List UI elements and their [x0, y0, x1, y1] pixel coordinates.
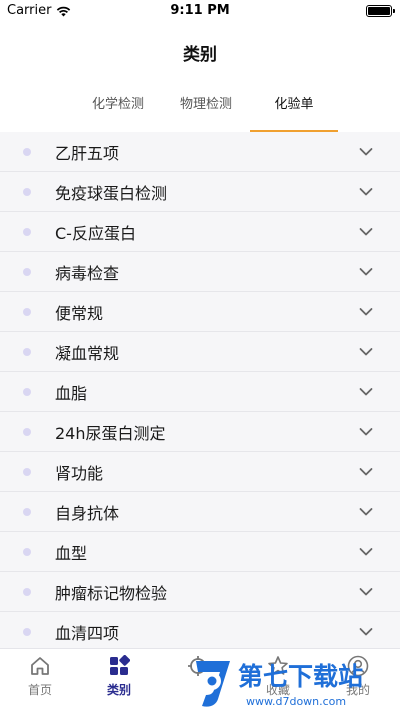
- list-item-label: 24h尿蛋白测定: [55, 423, 166, 443]
- list-item[interactable]: 乙肝五项: [0, 132, 400, 172]
- bullet-dot: [23, 187, 31, 196]
- list-item-label: 自身抗体: [55, 503, 120, 523]
- chevron-down-icon: [359, 587, 373, 595]
- bullet-dot: [23, 427, 31, 436]
- list-item[interactable]: 肾功能: [0, 452, 400, 492]
- bullet-dot: [23, 467, 31, 476]
- chevron-down-icon: [359, 187, 373, 195]
- list-item[interactable]: 凝血常规: [0, 332, 400, 372]
- list-item-label: C-反应蛋白: [55, 223, 136, 243]
- tabbar-home-label: 首页: [27, 683, 52, 697]
- chevron-down-icon: [359, 347, 373, 355]
- list-item[interactable]: 24h尿蛋白测定: [0, 412, 400, 452]
- page-title: 类别: [183, 45, 217, 65]
- tab-bar: 化学检测 物理检测 化验单: [74, 90, 338, 132]
- chevron-down-icon: [359, 267, 373, 275]
- bullet-dot: [23, 227, 31, 236]
- category-icon: [110, 655, 130, 675]
- list-item[interactable]: 病毒检查: [0, 252, 400, 292]
- list-item-label: 肾功能: [55, 463, 104, 483]
- bullet-dot: [23, 387, 31, 396]
- list-item[interactable]: 肿瘤标记物检验: [0, 572, 400, 612]
- list-item[interactable]: 血型: [0, 532, 400, 572]
- list-item[interactable]: 自身抗体: [0, 492, 400, 532]
- watermark-brand: 第七下载站: [238, 662, 363, 691]
- list-item-label: 血脂: [55, 383, 88, 403]
- tab-lab-report[interactable]: 化验单: [250, 90, 338, 132]
- list-item-label: 便常规: [55, 303, 104, 323]
- battery-icon: [366, 5, 395, 17]
- chevron-down-icon: [359, 547, 373, 555]
- chevron-down-icon: [359, 507, 373, 515]
- chevron-down-icon: [359, 627, 373, 635]
- tabbar-category[interactable]: 类别: [91, 655, 147, 698]
- category-list: 乙肝五项免疫球蛋白检测 C-反应蛋白 病毒检查便常规凝血常规血脂 24h尿蛋白测定 肾功…: [0, 132, 400, 652]
- list-item-label: 血清四项: [55, 623, 120, 643]
- chevron-down-icon: [359, 227, 373, 235]
- list-item[interactable]: 免疫球蛋白检测: [0, 172, 400, 212]
- status-bar: Carrier 9:11 PM: [0, 0, 400, 24]
- chevron-down-icon: [359, 147, 373, 155]
- bullet-dot: [23, 507, 31, 516]
- list-item-label: 肿瘤标记物检验: [55, 583, 168, 603]
- chevron-down-icon: [359, 467, 373, 475]
- bullet-dot: [23, 587, 31, 596]
- tabbar-home[interactable]: 首页: [12, 655, 68, 698]
- chevron-down-icon: [359, 387, 373, 395]
- list-item[interactable]: 血脂: [0, 372, 400, 412]
- list-item[interactable]: C-反应蛋白: [0, 212, 400, 252]
- bullet-dot: [23, 547, 31, 556]
- home-icon: [31, 657, 49, 675]
- tab-chemical-test[interactable]: 化学检测: [74, 90, 162, 132]
- list-item-label: 凝血常规: [55, 343, 120, 363]
- status-time: 9:11 PM: [170, 3, 230, 18]
- list-item-label: 免疫球蛋白检测: [55, 183, 168, 203]
- bullet-dot: [23, 627, 31, 636]
- watermark-logo: 第七下载站 www.d7down.com: [190, 655, 398, 711]
- watermark-url: www.d7down.com: [246, 695, 346, 708]
- chevron-down-icon: [359, 427, 373, 435]
- list-item[interactable]: 便常规: [0, 292, 400, 332]
- bullet-dot: [23, 307, 31, 316]
- chevron-down-icon: [359, 307, 373, 315]
- watermark-graphic: 第七下载站 www.d7down.com: [196, 661, 363, 708]
- list-item-label: 病毒检查: [55, 263, 120, 283]
- tab-physical-test[interactable]: 物理检测: [162, 90, 250, 132]
- bullet-dot: [23, 147, 31, 156]
- list-item[interactable]: 血清四项: [0, 612, 400, 652]
- list-item-label: 血型: [55, 543, 88, 563]
- list-item-label: 乙肝五项: [55, 143, 120, 163]
- bullet-dot: [23, 267, 31, 276]
- tabbar-category-label: 类别: [106, 683, 131, 697]
- bullet-dot: [23, 347, 31, 356]
